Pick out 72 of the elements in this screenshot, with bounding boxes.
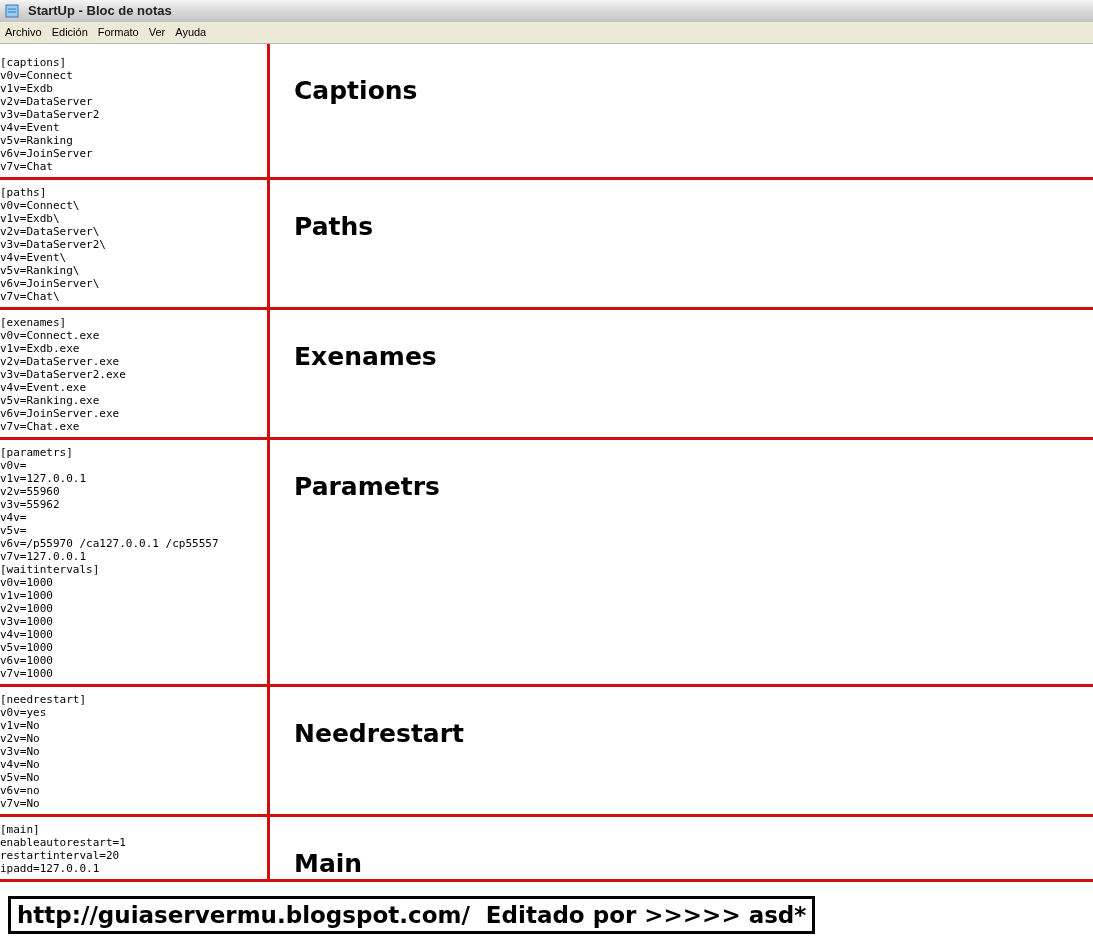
text-line: v3v=DataServer2 [0, 108, 100, 121]
text-line: v5v=Ranking [0, 134, 73, 147]
text-line: v5v=Ranking\ [0, 264, 80, 277]
text-line: v3v=55962 [0, 498, 60, 511]
menu-item[interactable]: Ayuda [170, 24, 212, 41]
text-line: v3v=No [0, 745, 40, 758]
text-line: restartinterval=20 [0, 849, 120, 862]
text-line: v2v=55960 [0, 485, 60, 498]
menu-item[interactable]: Edición [46, 24, 93, 41]
text-line: v7v=Chat [0, 160, 53, 173]
text-line: v1v=127.0.0.1 [0, 472, 87, 485]
text-line: v4v= [0, 511, 27, 524]
text-line: enableautorestart=1 [0, 836, 126, 849]
text-line: v4v=Event.exe [0, 381, 87, 394]
text-line: v4v=Event\ [0, 251, 67, 264]
text-line: v7v=1000 [0, 667, 53, 680]
text-line: v6v=JoinServer.exe [0, 407, 120, 420]
section-label: Needrestart [294, 719, 464, 748]
window-title: StartUp - Bloc de notas [28, 2, 172, 21]
text-line: v2v=DataServer.exe [0, 355, 120, 368]
credit-banner: http://guiaservermu.blogspot.com/ Editado por >>>>> asd* [8, 896, 816, 934]
text-line: v6v=no [0, 784, 40, 797]
text-line: v7v=Chat\ [0, 290, 60, 303]
menu-item[interactable]: Ver [143, 24, 171, 41]
text-line: v4v=No [0, 758, 40, 771]
text-line: v1v=Exdb.exe [0, 342, 80, 355]
section-label: Paths [294, 212, 374, 241]
text-line: [parametrs] [0, 446, 73, 459]
text-line: [paths] [0, 186, 47, 199]
text-line: v7v=No [0, 797, 40, 810]
section-label: Parametrs [294, 472, 440, 501]
text-line: v3v=DataServer2.exe [0, 368, 126, 381]
text-line: [waitintervals] [0, 563, 100, 576]
text-line: v0v=1000 [0, 576, 53, 589]
section-label: Captions [294, 76, 418, 105]
text-line: v2v=No [0, 732, 40, 745]
section-label: Main [294, 849, 363, 878]
text-line: v6v=/p55970 /ca127.0.0.1 /cp55557 [0, 537, 219, 550]
text-line: [main] [0, 823, 40, 836]
menu-item[interactable]: Archivo [0, 24, 47, 41]
section-label: Exenames [294, 342, 437, 371]
notepad-icon [4, 3, 20, 19]
text-line: v1v=No [0, 719, 40, 732]
text-line: v5v=No [0, 771, 40, 784]
text-line: v1v=1000 [0, 589, 53, 602]
text-line: v4v=1000 [0, 628, 53, 641]
text-line: v5v=1000 [0, 641, 53, 654]
text-line: v6v=JoinServer [0, 147, 93, 160]
text-line: v2v=DataServer [0, 95, 93, 108]
text-line: v0v=Connect [0, 69, 73, 82]
text-line: v4v=Event [0, 121, 60, 134]
text-line: v6v=1000 [0, 654, 53, 667]
text-line: v5v= [0, 524, 27, 537]
text-line: v5v=Ranking.exe [0, 394, 100, 407]
text-line: [needrestart] [0, 693, 87, 706]
text-line: v3v=DataServer2\ [0, 238, 106, 251]
text-line: v7v=Chat.exe [0, 420, 80, 433]
text-line: v1v=Exdb [0, 82, 53, 95]
text-line: v2v=DataServer\ [0, 225, 100, 238]
text-line: v0v=Connect\ [0, 199, 80, 212]
text-line: [captions] [0, 56, 67, 69]
text-line: v3v=1000 [0, 615, 53, 628]
text-line: [exenames] [0, 316, 67, 329]
text-line: v7v=127.0.0.1 [0, 550, 87, 563]
menu-item[interactable]: Formato [92, 24, 144, 41]
text-line: v0v=yes [0, 706, 47, 719]
text-line: v6v=JoinServer\ [0, 277, 100, 290]
text-line: v0v= [0, 459, 27, 472]
text-line: v0v=Connect.exe [0, 329, 100, 342]
text-line: ipadd=127.0.0.1 [0, 862, 100, 875]
text-line: v2v=1000 [0, 602, 53, 615]
text-line: v1v=Exdb\ [0, 212, 60, 225]
